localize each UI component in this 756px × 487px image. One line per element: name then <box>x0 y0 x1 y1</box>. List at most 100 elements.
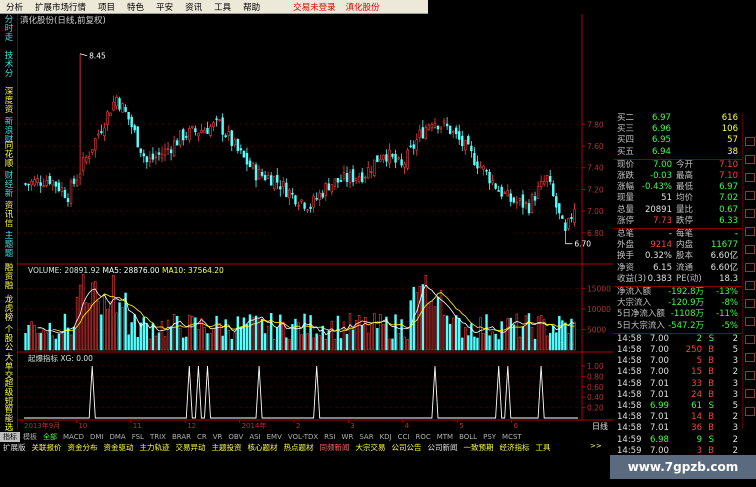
extension-tab-8[interactable]: 热点题材 <box>281 442 317 453</box>
toolbar-btn-1[interactable] <box>745 137 755 146</box>
volume-bar <box>209 333 212 351</box>
extension-tab-0[interactable]: 扩展版 <box>0 442 29 453</box>
extension-tab-1[interactable]: 关联报价 <box>29 442 65 453</box>
toolbar-btn-9[interactable] <box>745 281 755 290</box>
indicator-tab-mcst[interactable]: MCST <box>499 433 525 441</box>
toolbar-btn-10[interactable] <box>745 299 755 308</box>
extension-tab-2[interactable]: 资金分布 <box>65 442 101 453</box>
indicator-tab-cci[interactable]: CCI <box>395 433 413 441</box>
tick-time: 14:58 <box>617 356 642 367</box>
tabs-scroll-button[interactable]: >> <box>590 442 620 453</box>
left-tab-8[interactable]: 融资融 <box>2 264 16 291</box>
extension-tab-4[interactable]: 主力轨迹 <box>137 442 173 453</box>
book-value: 0.32% <box>644 251 672 262</box>
indicator-tab-brar[interactable]: BRAR <box>169 433 194 441</box>
extension-tab-13[interactable]: 一致预期 <box>461 442 497 453</box>
extension-tab-11[interactable]: 公司公告 <box>389 442 425 453</box>
volume-bar <box>282 321 285 351</box>
indicator-tab-全部[interactable]: 全部 <box>40 432 60 442</box>
extension-tab-14[interactable]: 经济指标 <box>497 442 533 453</box>
menu-extended-market[interactable]: 扩展市场行情 <box>29 1 92 13</box>
menu-items[interactable]: 项目 <box>92 1 121 13</box>
left-tab-13[interactable]: 智能选 <box>2 406 16 433</box>
menu-pingan[interactable]: 平安 <box>150 1 179 13</box>
candle-body <box>530 194 534 213</box>
left-tab-5[interactable]: 财经新 <box>2 172 16 199</box>
extension-tab-15[interactable]: 工具 <box>533 442 554 453</box>
volume-bar <box>315 333 318 351</box>
indicator-tab-wr[interactable]: WR <box>339 433 357 441</box>
indicator-tab-emv[interactable]: EMV <box>264 433 285 441</box>
indicator-tab-dma[interactable]: DMA <box>106 433 128 441</box>
toolbar-btn-14[interactable] <box>745 371 755 380</box>
left-tab-1[interactable]: 技术分 <box>2 52 16 79</box>
left-tab-9[interactable]: 龙虎榜 <box>2 296 16 323</box>
toolbar-btn-5[interactable] <box>745 209 755 218</box>
extension-tab-3[interactable]: 资金驱动 <box>101 442 137 453</box>
menu-tools[interactable]: 工具 <box>208 1 237 13</box>
volume-bar <box>555 332 558 351</box>
candle-body <box>558 203 561 214</box>
current-stock-name[interactable]: 滇化股份 <box>341 1 385 13</box>
indicator-tab-boll[interactable]: BOLL <box>456 433 480 441</box>
toolbar-btn-12[interactable] <box>745 335 755 344</box>
toolbar-btn-4[interactable] <box>745 191 755 200</box>
candle-body <box>527 203 531 214</box>
extension-tab-5[interactable]: 交易异动 <box>173 442 209 453</box>
trade-login-status[interactable]: 交易未登录 <box>288 1 341 13</box>
indicator-tab-kdj[interactable]: KDJ <box>377 433 395 441</box>
toolbar-btn-13[interactable] <box>745 353 755 362</box>
volume-bar <box>54 338 58 351</box>
toolbar-btn-6[interactable] <box>745 227 755 236</box>
left-tab-11[interactable]: 大单交 <box>2 354 16 381</box>
indicator-tick-label: 0.60 <box>587 383 604 392</box>
extension-tab-7[interactable]: 核心题材 <box>245 442 281 453</box>
toolbar-btn-7[interactable] <box>745 245 755 254</box>
candle-body <box>248 160 252 167</box>
extension-tab-10[interactable]: 大宗交易 <box>353 442 389 453</box>
extension-tab-6[interactable]: 主题投资 <box>209 442 245 453</box>
indicator-tab-psy[interactable]: PSY <box>480 433 499 441</box>
toolbar-btn-16[interactable] <box>745 407 755 416</box>
indicator-tab-roc[interactable]: ROC <box>412 433 433 441</box>
extension-tab-12[interactable]: 公司新闻 <box>425 442 461 453</box>
kline-chart-area[interactable]: 7.80 7.60 7.40 7.20 7.00 6.80 8.45 6.70 VOLUME: … <box>18 14 614 430</box>
volume-tick-label: 15000 <box>587 284 611 293</box>
left-tab-2[interactable]: 深度资 <box>2 88 16 115</box>
indicator-tab-dmi[interactable]: DMI <box>87 433 107 441</box>
indicator-tab-sar[interactable]: SAR <box>356 433 376 441</box>
menu-analysis[interactable]: 分析 <box>0 1 29 13</box>
toolbar-btn-8[interactable] <box>745 263 755 272</box>
left-tab-7[interactable]: 主题题 <box>2 232 16 259</box>
toolbar-btn-3[interactable] <box>745 173 755 182</box>
left-tab-6[interactable]: 资讯信 <box>2 202 16 229</box>
indicator-tab-mtm[interactable]: MTM <box>434 433 456 441</box>
menu-help[interactable]: 帮助 <box>237 1 266 13</box>
indicator-tab-trix[interactable]: TRIX <box>147 433 169 441</box>
indicator-tab-vol-tdx[interactable]: VOL-TDX <box>285 433 321 441</box>
candle-body <box>200 130 203 134</box>
flow-pct: -11% <box>716 309 738 320</box>
flow-value: -120.9万 <box>668 298 704 309</box>
toolbar-btn-15[interactable] <box>745 389 755 398</box>
menu-feature[interactable]: 特色 <box>121 1 150 13</box>
indicator-tab-cr[interactable]: CR <box>194 433 210 441</box>
volume-bar <box>215 315 218 351</box>
extension-tab-9[interactable]: 同频新闻 <box>317 442 353 453</box>
toolbar-btn-11[interactable] <box>745 317 755 326</box>
indicator-tab-asi[interactable]: ASI <box>246 433 263 441</box>
indicator-tab-macd[interactable]: MACD <box>60 433 87 441</box>
left-tab-12[interactable]: 超级短 <box>2 380 16 407</box>
indicator-tab-fsl[interactable]: FSL <box>129 433 147 441</box>
indicator-tab-指标[interactable]: 指标 <box>0 431 20 442</box>
left-tab-4[interactable]: 同花顺 <box>2 142 16 169</box>
toolbar-btn-2[interactable] <box>745 155 755 164</box>
left-tab-10[interactable]: 个股公 <box>2 326 16 353</box>
indicator-tab-模板[interactable]: 模板 <box>20 432 40 442</box>
left-tab-0[interactable]: 分时走 <box>2 16 16 43</box>
indicator-tab-obv[interactable]: OBV <box>225 433 246 441</box>
period-day-button[interactable]: 日线 <box>592 421 616 432</box>
menu-info[interactable]: 资讯 <box>179 1 208 13</box>
indicator-tab-vr[interactable]: VR <box>210 433 226 441</box>
indicator-tab-rsi[interactable]: RSI <box>321 433 338 441</box>
